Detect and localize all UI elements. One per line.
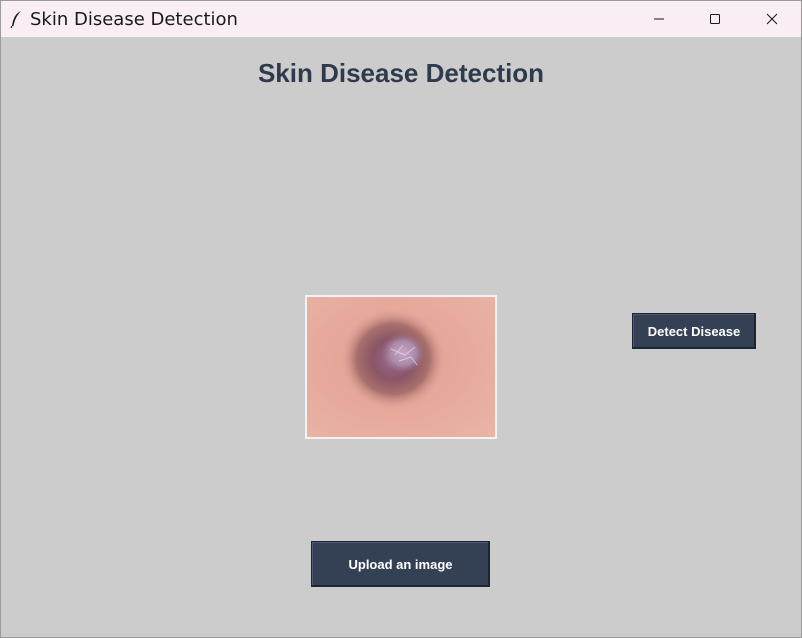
detect-disease-button[interactable]: Detect Disease (632, 313, 756, 349)
upload-image-button[interactable]: Upload an image (311, 541, 490, 587)
maximize-icon (710, 14, 720, 24)
close-icon (766, 13, 778, 25)
skin-lesion-photo (307, 297, 495, 437)
maximize-button[interactable] (687, 1, 743, 37)
skin-lesion-image (305, 295, 497, 439)
main-panel: Skin Disease Detection Detect Disease Up… (1, 37, 801, 637)
close-button[interactable] (744, 1, 800, 37)
minimize-button[interactable] (631, 1, 687, 37)
minimize-icon (654, 18, 664, 20)
feather-icon (10, 11, 21, 28)
title-bar[interactable]: Skin Disease Detection (1, 1, 801, 37)
app-window: Skin Disease Detection Skin Disease Dete… (0, 0, 802, 638)
window-title: Skin Disease Detection (30, 9, 238, 30)
page-title: Skin Disease Detection (257, 58, 545, 88)
